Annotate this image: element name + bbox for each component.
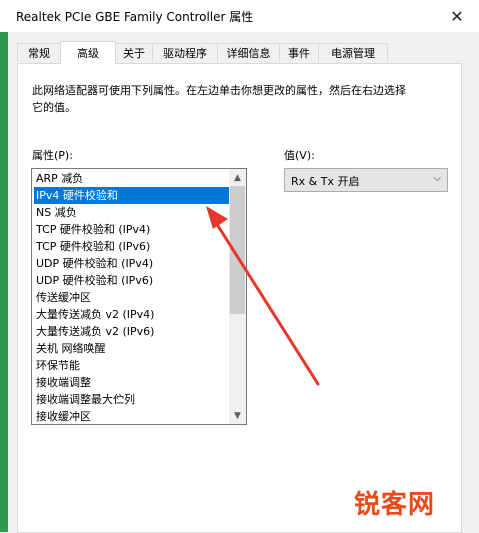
watermark-logo: 锐客网 <box>354 490 436 520</box>
arrow-shaft <box>211 216 320 386</box>
arrow-head <box>206 206 228 229</box>
tab-advanced[interactable]: 高级 <box>60 41 116 64</box>
annotation-arrow <box>206 206 320 386</box>
